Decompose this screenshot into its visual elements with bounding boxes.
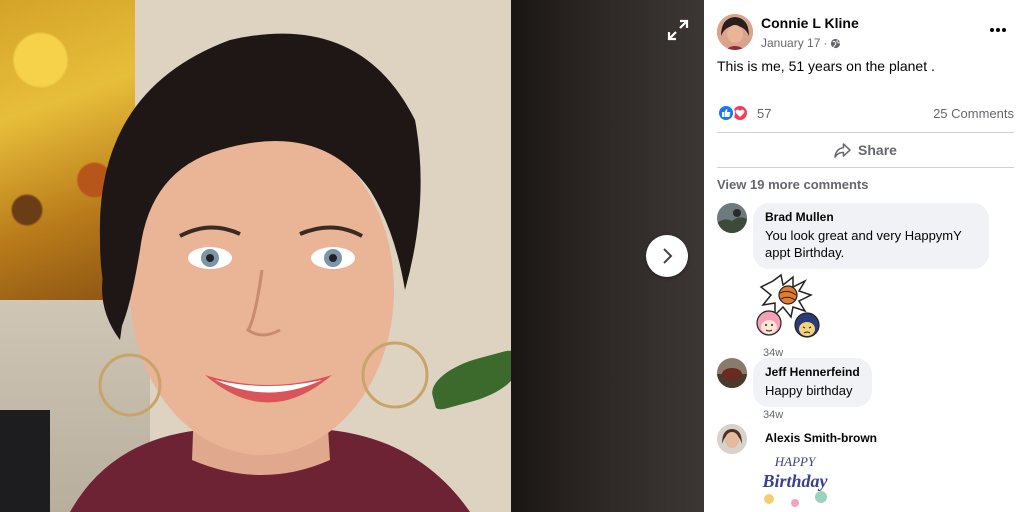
sticker-word-2: Birthday [761,471,828,491]
sticker-word-1: HAPPY [774,454,817,469]
share-icon [834,142,851,158]
post-photo[interactable] [0,0,511,512]
commenter-avatar[interactable] [717,203,747,233]
ellipsis-icon[interactable] [986,20,1010,40]
share-button[interactable]: Share [717,132,1014,168]
woman-portrait [70,33,470,512]
happy-birthday-sticker[interactable]: HAPPY Birthday [759,449,831,509]
post-meta: January 17 · [761,36,859,50]
cartoon-kids-sticker[interactable] [753,273,825,345]
expand-icon[interactable] [664,16,692,44]
comment-author[interactable]: Alexis Smith-brown [765,431,877,445]
post-author-name[interactable]: Connie L Kline [761,15,859,31]
globe-icon[interactable] [830,38,841,49]
meta-separator: · [823,36,828,50]
comment-timestamp[interactable]: 34w [763,409,872,421]
reaction-count[interactable]: 57 [757,106,771,121]
post-side-panel: Connie L Kline January 17 · This is me, … [704,0,1024,512]
comment-item: Jeff Hennerfeind Happy birthday 34w [717,358,872,421]
post-date[interactable]: January 17 [761,36,820,50]
commenter-avatar[interactable] [717,358,747,388]
comment-text: You look great and very HappymY appt Bir… [765,228,962,260]
share-label: Share [858,142,897,158]
commenter-avatar[interactable] [717,424,747,454]
reactions-summary: 57 25 Comments [717,102,1014,124]
comment-author[interactable]: Jeff Hennerfeind [765,365,860,379]
comment-bubble: Jeff Hennerfeind Happy birthday [753,358,872,407]
comment-text: Happy birthday [765,383,853,398]
photo-viewer [0,0,704,512]
author-avatar[interactable] [717,14,753,50]
chevron-right-icon [663,248,673,264]
comment-author[interactable]: Brad Mullen [765,210,977,224]
view-more-comments-link[interactable]: View 19 more comments [717,177,869,192]
comments-count[interactable]: 25 Comments [933,106,1014,121]
comment-bubble: Brad Mullen You look great and very Happ… [753,203,989,269]
post-header: Connie L Kline January 17 · [717,14,859,50]
comment-item: Brad Mullen You look great and very Happ… [717,203,989,359]
comment-item: Alexis Smith-brown HAPPY Birthday [717,424,877,509]
post-caption: This is me, 51 years on the planet . [717,58,935,74]
next-photo-button[interactable] [646,235,688,277]
like-icon[interactable] [717,104,735,122]
